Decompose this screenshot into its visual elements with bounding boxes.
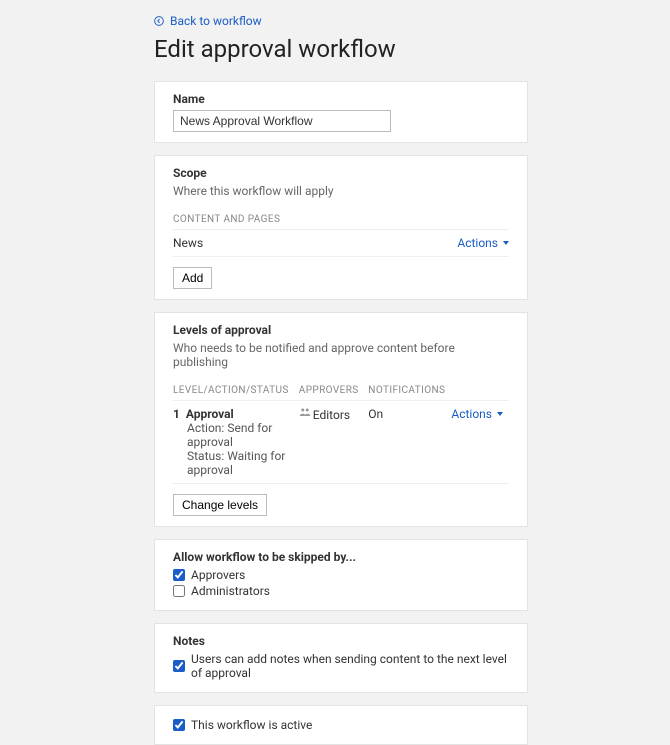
skip-admins-row[interactable]: Administrators [173, 584, 509, 598]
skip-card: Allow workflow to be skipped by... Appro… [154, 539, 528, 611]
levels-table: Level/Action/Status Approvers Notificati… [173, 381, 509, 484]
skip-admins-checkbox[interactable] [173, 585, 185, 597]
col-approvers: Approvers [299, 381, 369, 401]
notes-heading: Notes [173, 634, 509, 648]
scope-card: Scope Where this workflow will apply Con… [154, 155, 528, 300]
scope-heading: Scope [173, 166, 509, 180]
caret-down-icon [503, 241, 509, 245]
notes-checkbox[interactable] [173, 660, 185, 672]
scope-row: News Actions [173, 230, 509, 257]
levels-heading: Levels of approval [173, 323, 509, 337]
skip-approvers-row[interactable]: Approvers [173, 568, 509, 582]
scope-sub: Where this workflow will apply [173, 184, 509, 198]
active-checkbox[interactable] [173, 719, 185, 731]
active-card: This workflow is active [154, 705, 528, 745]
scope-add-button[interactable]: Add [173, 267, 212, 289]
scope-section-header: Content and pages [173, 210, 509, 230]
arrow-left-icon [154, 16, 164, 26]
active-row[interactable]: This workflow is active [173, 718, 509, 732]
notes-option-row[interactable]: Users can add notes when sending content… [173, 652, 509, 680]
skip-heading: Allow workflow to be skipped by... [173, 550, 509, 564]
col-level: Level/Action/Status [173, 381, 299, 401]
change-levels-button[interactable]: Change levels [173, 494, 267, 516]
group-icon [299, 407, 311, 419]
notes-card: Notes Users can add notes when sending c… [154, 623, 528, 693]
levels-row: 1 Approval Action: Send for approval Sta… [173, 401, 509, 484]
levels-card: Levels of approval Who needs to be notif… [154, 312, 528, 527]
scope-actions-button[interactable]: Actions [457, 236, 509, 250]
caret-down-icon [497, 412, 503, 416]
scope-item-label: News [173, 236, 203, 250]
col-notifications: Notifications [368, 381, 451, 401]
levels-actions-button[interactable]: Actions [451, 407, 503, 421]
name-card: Name [154, 81, 528, 143]
back-link-text: Back to workflow [170, 14, 262, 28]
name-label: Name [173, 92, 509, 106]
name-input[interactable] [173, 110, 391, 132]
back-to-workflow-link[interactable]: Back to workflow [154, 14, 262, 28]
levels-sub: Who needs to be notified and approve con… [173, 341, 509, 369]
page-title: Edit approval workflow [154, 35, 618, 63]
skip-approvers-checkbox[interactable] [173, 569, 185, 581]
